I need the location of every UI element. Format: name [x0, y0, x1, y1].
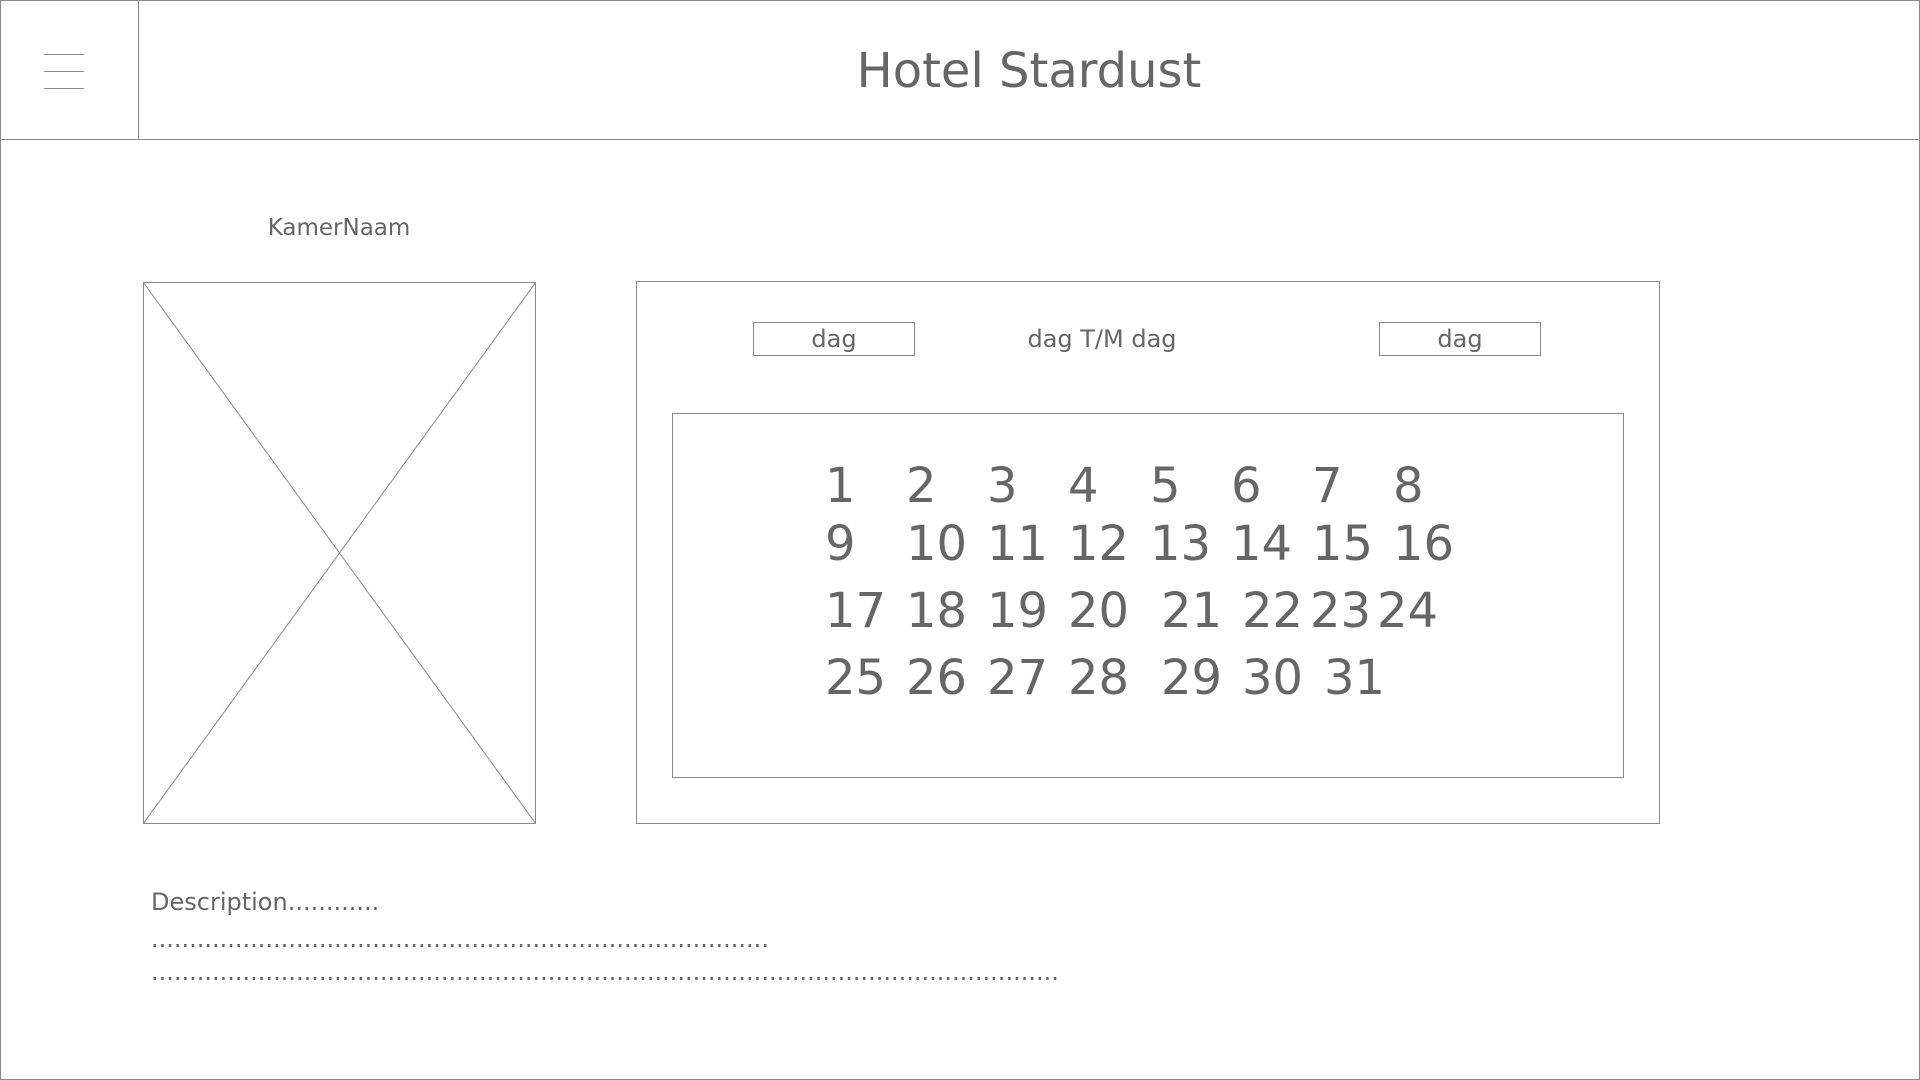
calendar-day[interactable]: 24: [1377, 583, 1438, 639]
calendar-day[interactable]: 11: [987, 516, 1048, 572]
room-name: KamerNaam: [267, 215, 411, 241]
calendar-day[interactable]: 3: [987, 458, 1018, 514]
calendar-day[interactable]: 21: [1161, 583, 1222, 639]
calendar-day[interactable]: 8: [1393, 458, 1424, 514]
calendar-day[interactable]: 5: [1150, 458, 1181, 514]
calendar-day[interactable]: 29: [1161, 650, 1222, 706]
calendar-day[interactable]: 20: [1068, 583, 1129, 639]
calendar-day[interactable]: 31: [1324, 650, 1385, 706]
header-bar: Hotel Stardust: [1, 1, 1919, 140]
room-image-placeholder: [143, 282, 536, 824]
calendar-day[interactable]: 23: [1310, 583, 1371, 639]
calendar-day[interactable]: 27: [987, 650, 1048, 706]
calendar-day[interactable]: 7: [1312, 458, 1343, 514]
calendar-day[interactable]: 25: [825, 650, 886, 706]
calendar-day[interactable]: 9: [825, 516, 856, 572]
calendar-day[interactable]: 26: [906, 650, 967, 706]
description-line: ........................................…: [151, 929, 769, 949]
calendar-day[interactable]: 12: [1068, 516, 1129, 572]
page-title: Hotel Stardust: [856, 42, 1202, 99]
calendar-day[interactable]: 14: [1231, 516, 1292, 572]
booking-panel: dag dag T/M dag dag 1 2 3 4 5 6 7 8 9 10…: [636, 281, 1660, 824]
calendar-day[interactable]: 17: [825, 583, 886, 639]
description-line: ........................................…: [151, 962, 1061, 982]
hamburger-menu-button[interactable]: [1, 1, 139, 140]
calendar-day[interactable]: 15: [1312, 516, 1373, 572]
calendar-day[interactable]: 10: [906, 516, 967, 572]
calendar-day[interactable]: 6: [1231, 458, 1262, 514]
calendar-day[interactable]: 22: [1242, 583, 1303, 639]
calendar-day[interactable]: 16: [1393, 516, 1454, 572]
image-placeholder-icon: [143, 282, 536, 824]
calendar-day[interactable]: 13: [1150, 516, 1211, 572]
calendar-day[interactable]: 19: [987, 583, 1048, 639]
calendar-day[interactable]: 28: [1068, 650, 1129, 706]
calendar-grid: 1 2 3 4 5 6 7 8 9 10 11 12 13 14 15 16 1…: [672, 413, 1624, 778]
app-window: Hotel Stardust KamerNaam dag dag T/M dag…: [0, 0, 1920, 1080]
room-description-label: Description............: [151, 888, 380, 916]
calendar-day[interactable]: 4: [1068, 458, 1099, 514]
calendar-day[interactable]: 30: [1242, 650, 1303, 706]
start-day-field[interactable]: dag: [753, 322, 915, 356]
date-range-label: dag T/M dag: [1027, 325, 1177, 353]
calendar-day[interactable]: 1: [825, 458, 856, 514]
end-day-field[interactable]: dag: [1379, 322, 1541, 356]
calendar-day[interactable]: 18: [906, 583, 967, 639]
calendar-day[interactable]: 2: [906, 458, 937, 514]
